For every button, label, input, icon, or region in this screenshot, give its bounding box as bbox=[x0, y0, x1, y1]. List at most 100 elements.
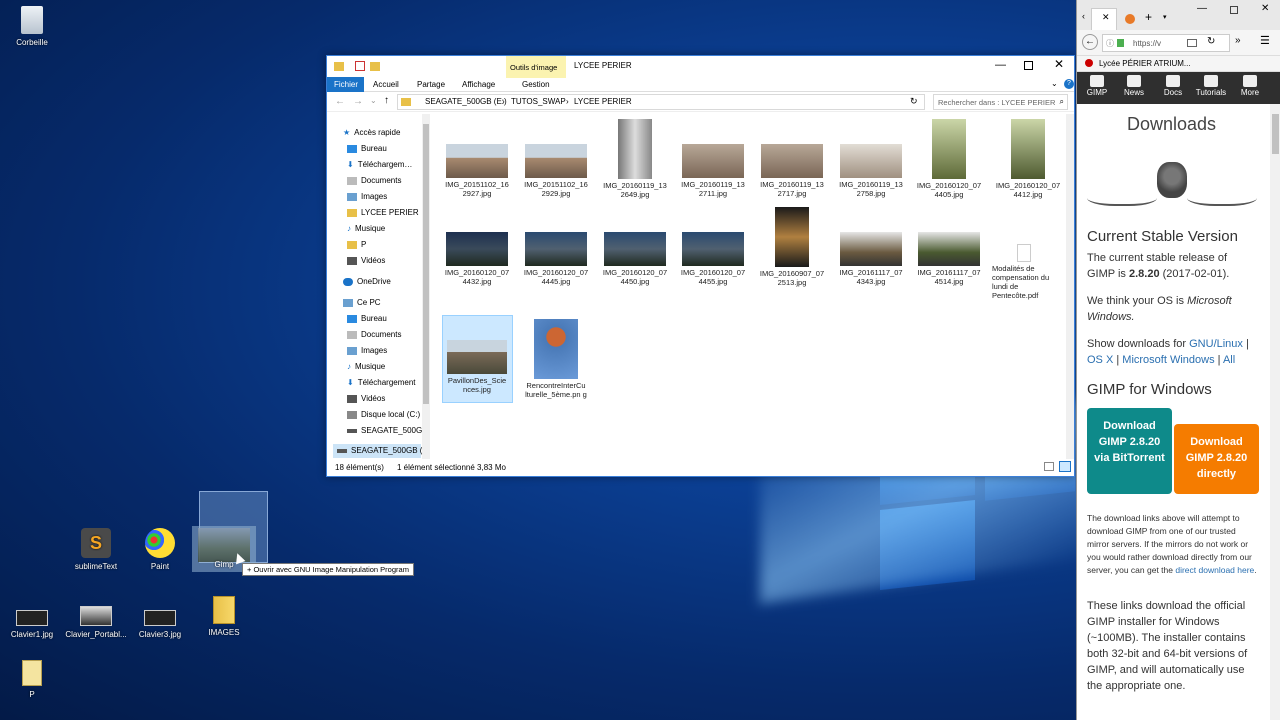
tab-gestion[interactable]: Gestion bbox=[522, 80, 550, 89]
nav-item-lycee-perier[interactable]: LYCEE PERIER bbox=[347, 208, 419, 217]
details-view-icon[interactable] bbox=[1044, 462, 1054, 471]
tab-partage[interactable]: Partage bbox=[417, 80, 445, 89]
nav-scrollbar[interactable] bbox=[422, 114, 430, 459]
forward-arrow-icon[interactable]: → bbox=[353, 96, 363, 107]
nav-item-musique[interactable]: ♪ Musique bbox=[347, 224, 385, 233]
download-torrent-button[interactable]: Download GIMP 2.8.20 via BitTorrent bbox=[1087, 408, 1172, 494]
file-item[interactable]: IMG_20151102_16 2929.jpg bbox=[520, 144, 592, 198]
tab-accueil[interactable]: Accueil bbox=[373, 80, 399, 89]
link-linux[interactable]: GNU/Linux bbox=[1189, 338, 1243, 350]
desktop-icon-sublime[interactable]: S sublimeText bbox=[64, 528, 128, 571]
tab-fichier[interactable]: Fichier bbox=[327, 77, 364, 92]
nav-tutorials[interactable]: Tutorials bbox=[1191, 72, 1231, 97]
desktop-icon-trash[interactable]: Corbeille bbox=[0, 6, 64, 47]
new-folder-icon[interactable] bbox=[370, 62, 380, 71]
address-bar[interactable]: SEAGATE_500GB (E:) › TUTOS_SWAP › LYCEE … bbox=[397, 94, 925, 110]
grid-scrollbar[interactable] bbox=[1066, 114, 1074, 459]
nav-pc-images[interactable]: Images bbox=[347, 346, 387, 355]
file-item[interactable]: IMG_20160120_07 4455.jpg bbox=[677, 232, 749, 286]
file-item[interactable]: IMG_20151102_16 2927.jpg bbox=[441, 144, 513, 198]
desktop-icon-paint[interactable]: Paint bbox=[128, 528, 192, 571]
nav-pc-bureau[interactable]: Bureau bbox=[347, 314, 387, 323]
desktop-icon-p[interactable]: P bbox=[0, 660, 64, 699]
info-icon[interactable]: ⓘ bbox=[1106, 38, 1114, 49]
nav-this-pc[interactable]: Ce PC bbox=[343, 298, 381, 307]
back-arrow-icon[interactable]: ← bbox=[335, 96, 345, 107]
direct-download-link[interactable]: direct download here bbox=[1175, 565, 1254, 575]
close-tab-icon[interactable]: ✕ bbox=[1102, 12, 1110, 23]
link-windows[interactable]: Microsoft Windows bbox=[1122, 354, 1214, 366]
url-bar[interactable]: ⓘ https://v ↻ bbox=[1102, 34, 1230, 52]
chevron-down-icon[interactable]: ⌄ bbox=[1051, 79, 1058, 88]
nav-item-bureau[interactable]: Bureau bbox=[347, 144, 387, 153]
new-tab-icon[interactable]: + bbox=[1145, 10, 1152, 24]
url-text[interactable]: https://v bbox=[1133, 39, 1161, 48]
desktop-icon-clavier3[interactable]: Clavier3.jpg bbox=[128, 604, 192, 639]
file-item[interactable]: IMG_20160907_07 2513.jpg bbox=[756, 207, 828, 287]
file-item[interactable]: IMG_20160119_13 2717.jpg bbox=[756, 144, 828, 198]
nav-item-p[interactable]: P bbox=[347, 240, 366, 249]
file-item[interactable]: IMG_20160120_07 4412.jpg bbox=[992, 119, 1064, 199]
nav-pc-documents[interactable]: Documents bbox=[347, 330, 401, 339]
file-item[interactable]: IMG_20160119_13 2758.jpg bbox=[835, 144, 907, 198]
file-item[interactable]: IMG_20161117_07 4514.jpg bbox=[913, 232, 985, 286]
refresh-icon[interactable]: ↻ bbox=[910, 96, 918, 107]
overflow-chevron-icon[interactable]: » bbox=[1235, 35, 1241, 46]
nav-pc-videos[interactable]: Vidéos bbox=[347, 394, 385, 403]
chevron-down-icon[interactable]: ▾ bbox=[1163, 13, 1167, 21]
link-osx[interactable]: OS X bbox=[1087, 354, 1113, 366]
nav-more[interactable]: More bbox=[1230, 72, 1270, 97]
maximize-button[interactable] bbox=[1230, 6, 1238, 14]
nav-pc-musique[interactable]: ♪ Musique bbox=[347, 362, 385, 371]
file-item[interactable]: IMG_20160120_07 4445.jpg bbox=[520, 232, 592, 286]
search-input[interactable]: Rechercher dans : LYCEE PERIER ⌕ bbox=[933, 94, 1068, 110]
nav-pc-telechargement[interactable]: ⬇ Téléchargement bbox=[347, 378, 416, 387]
nav-pc-disque-c[interactable]: Disque local (C:) bbox=[347, 410, 420, 419]
properties-icon[interactable] bbox=[355, 61, 365, 71]
file-item[interactable]: IMG_20160120_07 4450.jpg bbox=[599, 232, 671, 286]
nav-item-images[interactable]: Images bbox=[347, 192, 387, 201]
desktop-icon-clavier1[interactable]: Clavier1.jpg bbox=[0, 604, 64, 639]
large-icons-view-icon[interactable] bbox=[1059, 461, 1071, 472]
desktop-icon-clavier-portable[interactable]: Clavier_Portabl... bbox=[64, 604, 128, 639]
nav-onedrive[interactable]: OneDrive bbox=[343, 277, 391, 286]
hamburger-menu-icon[interactable]: ☰ bbox=[1260, 34, 1270, 47]
tab-affichage[interactable]: Affichage bbox=[462, 80, 495, 89]
download-direct-button[interactable]: Download GIMP 2.8.20 directly bbox=[1174, 424, 1259, 494]
file-item[interactable]: IMG_20160120_07 4432.jpg bbox=[441, 232, 513, 286]
page-scrollbar-thumb[interactable] bbox=[1272, 114, 1279, 154]
chevron-down-icon[interactable]: ⌄ bbox=[370, 96, 377, 105]
nav-drive-selected[interactable]: SEAGATE_500GB ( bbox=[333, 444, 422, 458]
nav-gimp[interactable]: GIMP bbox=[1077, 72, 1117, 97]
file-item[interactable]: RencontreInterCu lturelle_5ème.pn g bbox=[520, 319, 592, 399]
file-item[interactable]: IMG_20160120_07 4405.jpg bbox=[913, 119, 985, 199]
file-item[interactable]: IMG_20161117_07 4343.jpg bbox=[835, 232, 907, 286]
tab-back-arrow-icon[interactable]: ‹ bbox=[1082, 11, 1085, 21]
reload-icon[interactable]: ↻ bbox=[1207, 36, 1215, 47]
file-item[interactable]: Modalités de compensation du lundi de Pen… bbox=[992, 244, 1072, 300]
page-scrollbar[interactable] bbox=[1270, 104, 1280, 720]
file-item[interactable]: IMG_20160119_13 2649.jpg bbox=[599, 119, 671, 199]
close-button[interactable]: ✕ bbox=[1261, 3, 1269, 14]
desktop-icon-images[interactable]: IMAGES bbox=[192, 596, 256, 637]
nav-pc-seagate[interactable]: SEAGATE_500GB bbox=[347, 426, 422, 435]
bookmark-link[interactable]: Lycée PÉRIER ATRIUM... bbox=[1099, 59, 1191, 68]
reader-view-icon[interactable] bbox=[1187, 39, 1197, 47]
minimize-button[interactable]: — bbox=[1197, 3, 1207, 14]
minimize-button[interactable]: — bbox=[995, 59, 1006, 71]
help-icon[interactable]: ? bbox=[1064, 79, 1074, 89]
browser-tab-active[interactable]: ✕ bbox=[1091, 8, 1117, 30]
back-arrow-icon[interactable]: ← bbox=[1082, 34, 1098, 50]
breadcrumb-item[interactable]: TUTOS_SWAP bbox=[511, 97, 566, 106]
nav-quick-access[interactable]: ★ Accès rapide bbox=[343, 128, 400, 137]
nav-news[interactable]: News bbox=[1114, 72, 1154, 97]
maximize-button[interactable] bbox=[1024, 61, 1033, 70]
file-item[interactable]: IMG_20160119_13 2711.jpg bbox=[677, 144, 749, 198]
close-button[interactable]: ✕ bbox=[1054, 57, 1064, 71]
nav-item-telechargements[interactable]: ⬇ Téléchargem… bbox=[347, 160, 412, 169]
breadcrumb-item[interactable]: SEAGATE_500GB (E:) bbox=[425, 97, 507, 106]
nav-item-videos[interactable]: Vidéos bbox=[347, 256, 385, 265]
file-item-selected[interactable]: PavillonDes_Scie nces.jpg bbox=[441, 340, 513, 394]
link-all[interactable]: All bbox=[1223, 354, 1235, 366]
nav-scrollbar-thumb[interactable] bbox=[423, 124, 429, 404]
